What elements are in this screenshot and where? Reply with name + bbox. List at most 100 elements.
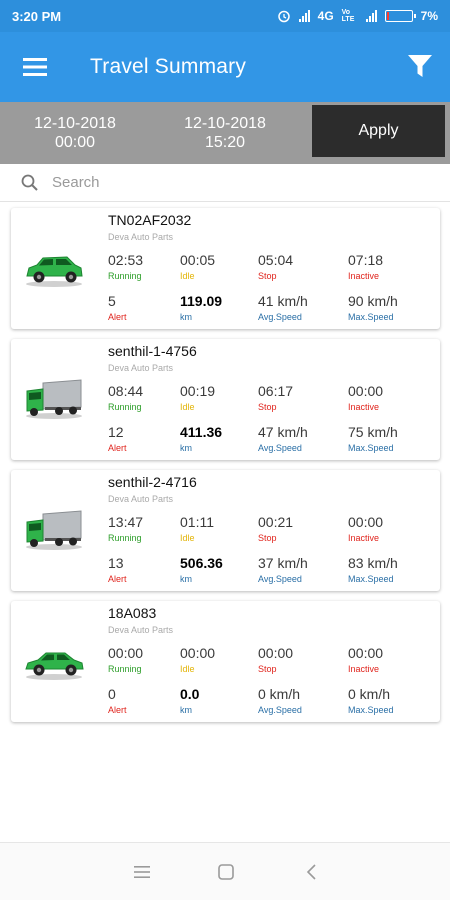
avg-speed-label: Avg.Speed [258, 705, 302, 715]
running-time: 02:53 Running [108, 252, 143, 281]
running-time-value: 02:53 [108, 252, 144, 268]
back-nav-icon[interactable] [301, 861, 323, 883]
alert-count: 12 Alert [108, 424, 127, 453]
running-time-label: Running [108, 533, 142, 543]
max-speed-value: 75 km/h [348, 424, 398, 440]
search-bar [0, 164, 450, 202]
status-bar: 3:20 PM 4G Vo LTE 7% [0, 0, 450, 32]
inactive-time-value: 00:00 [348, 645, 384, 661]
company-name: Deva Auto Parts [108, 494, 174, 504]
avg-speed-label: Avg.Speed [258, 443, 302, 453]
idle-time: 01:11 Idle [180, 514, 214, 543]
idle-time: 00:00 Idle [180, 645, 215, 674]
max-speed-label: Max.Speed [348, 574, 394, 584]
running-time: 08:44 Running [108, 383, 143, 412]
alarm-icon [277, 10, 290, 23]
max-speed: 83 km/h Max.Speed [348, 555, 398, 584]
distance-km: 411.36 km [180, 424, 222, 453]
alert-count-label: Alert [108, 312, 127, 322]
stop-time: 05:04 Stop [258, 252, 293, 281]
status-time: 3:20 PM [12, 8, 62, 24]
distance-km-label: km [180, 705, 192, 715]
apply-button[interactable]: Apply [312, 105, 445, 157]
avg-speed: 41 km/h Avg.Speed [258, 293, 308, 322]
avg-speed: 37 km/h Avg.Speed [258, 555, 308, 584]
idle-time-value: 00:00 [180, 645, 216, 661]
vehicle-name: TN02AF2032 [108, 212, 192, 228]
avg-speed-value: 37 km/h [258, 555, 308, 571]
distance-km-label: km [180, 574, 192, 584]
running-time-value: 13:47 [108, 514, 144, 530]
idle-time-label: Idle [180, 271, 195, 281]
from-date: 12-10-2018 [34, 115, 116, 132]
alert-count-value: 5 [108, 293, 116, 309]
inactive-time: 00:00 Inactive [348, 383, 383, 412]
alert-count: 5 Alert [108, 293, 127, 322]
distance-km: 506.36 km [180, 555, 223, 584]
avg-speed: 0 km/h Avg.Speed [258, 686, 302, 715]
filter-icon[interactable] [404, 50, 436, 82]
to-time: 15:20 [204, 134, 246, 151]
alert-count-label: Alert [108, 443, 127, 453]
avg-speed-value: 47 km/h [258, 424, 308, 440]
distance-km-value: 411.36 [180, 424, 223, 440]
search-input[interactable] [52, 174, 412, 191]
company-name: Deva Auto Parts [108, 363, 174, 373]
signal-icon [298, 10, 310, 22]
stop-time: 00:00 Stop [258, 645, 293, 674]
alert-count: 0 Alert [108, 686, 127, 715]
hamburger-menu-button[interactable] [0, 32, 70, 102]
stop-time-label: Stop [258, 402, 277, 412]
distance-km-label: km [180, 312, 192, 322]
alert-count-value: 0 [108, 686, 116, 702]
inactive-time-label: Inactive [348, 664, 380, 674]
menu-nav-icon[interactable] [131, 861, 153, 883]
avg-speed-label: Avg.Speed [258, 574, 302, 584]
idle-time: 00:05 Idle [180, 252, 215, 281]
from-time: 00:00 [54, 134, 96, 151]
page-title: Travel Summary [90, 55, 247, 78]
running-time: 00:00 Running [108, 645, 143, 674]
inactive-time: 00:00 Inactive [348, 645, 383, 674]
company-name: Deva Auto Parts [108, 232, 174, 242]
vehicle-card[interactable]: senthil-2-4716 Deva Auto Parts 13:47 Runnin… [11, 470, 440, 591]
company-name: Deva Auto Parts [108, 625, 174, 635]
vehicle-card[interactable]: senthil-1-4756 Deva Auto Parts 08:44 Runnin… [11, 339, 440, 460]
stop-time-label: Stop [258, 271, 277, 281]
running-time: 13:47 Running [108, 514, 143, 543]
inactive-time: 07:18 Inactive [348, 252, 383, 281]
stop-time-value: 00:00 [258, 645, 294, 661]
system-nav-bar [0, 842, 450, 900]
vehicle-name: 18A083 [108, 605, 157, 621]
inactive-time-value: 07:18 [348, 252, 384, 268]
vehicle-name: senthil-2-4716 [108, 474, 197, 490]
vehicle-card[interactable]: TN02AF2032 Deva Auto Parts 02:53 Running 00:… [11, 208, 440, 329]
home-nav-icon[interactable] [215, 861, 237, 883]
stop-time-label: Stop [258, 533, 277, 543]
max-speed: 0 km/h Max.Speed [348, 686, 394, 715]
to-date-picker[interactable]: 12-10-2018 15:20 [150, 114, 300, 152]
avg-speed-value: 0 km/h [258, 686, 301, 702]
max-speed-value: 83 km/h [348, 555, 398, 571]
app-bar: Travel Summary [0, 32, 450, 102]
stop-time-value: 00:21 [258, 514, 294, 530]
avg-speed-value: 41 km/h [258, 293, 308, 309]
distance-km: 0.0 km [180, 686, 199, 715]
distance-km-value: 119.09 [180, 293, 223, 309]
to-date: 12-10-2018 [184, 115, 266, 132]
from-date-picker[interactable]: 12-10-2018 00:00 [0, 114, 150, 152]
idle-time: 00:19 Idle [180, 383, 215, 412]
distance-km-value: 0.0 [180, 686, 200, 702]
volte-badge: Vo LTE [341, 9, 355, 23]
max-speed: 90 km/h Max.Speed [348, 293, 398, 322]
alert-count-value: 13 [108, 555, 124, 571]
car-sedan-icon [23, 639, 85, 683]
idle-time-label: Idle [180, 402, 195, 412]
vehicle-name: senthil-1-4756 [108, 343, 197, 359]
avg-speed: 47 km/h Avg.Speed [258, 424, 308, 453]
truck-icon [23, 377, 85, 421]
max-speed-value: 0 km/h [348, 686, 391, 702]
vehicle-card[interactable]: 18A083 Deva Auto Parts 00:00 Running 00:00 Id… [11, 601, 440, 722]
running-time-label: Running [108, 664, 142, 674]
car-suv-icon [23, 246, 85, 290]
